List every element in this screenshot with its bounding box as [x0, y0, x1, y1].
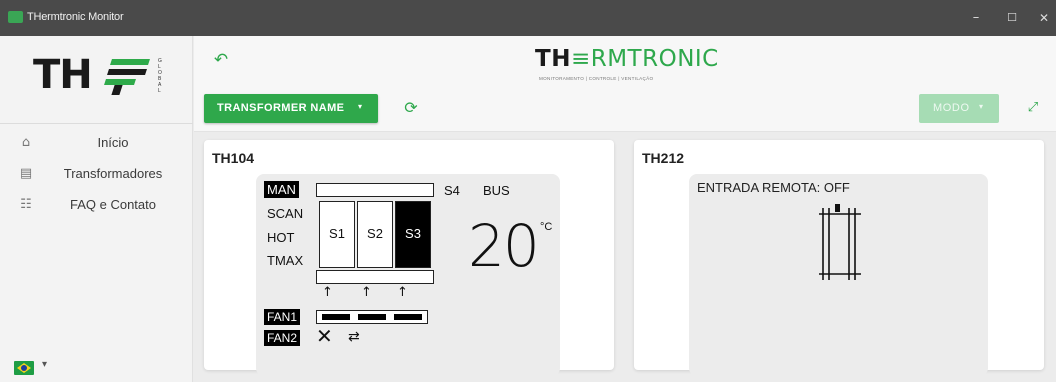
bottom-bar	[316, 270, 434, 284]
brand-subtitle: MONITORAMENTO | CONTROLE | VENTILAÇÃO	[539, 76, 654, 81]
fan-off-icon: ✕	[316, 324, 333, 348]
minimize-button[interactable]: –	[966, 8, 986, 28]
faq-icon: ☷	[20, 197, 32, 212]
card-title: TH212	[642, 150, 685, 166]
brand-name: TH≡RMTRONIC	[535, 46, 719, 72]
fan1-label: FAN1	[264, 309, 301, 325]
stage-s3: S3	[395, 201, 431, 268]
remote-input-display: ENTRADA REMOTA: OFF	[689, 174, 988, 376]
temperature-value: 20	[468, 212, 540, 280]
logo-stripe	[107, 69, 147, 75]
transformer-card-th212[interactable]: TH212 ENTRADA REMOTA: OFF	[634, 140, 1044, 376]
fan-segment	[322, 314, 350, 320]
brand-logo: TH GLOBAL	[0, 36, 193, 124]
controller-display-content: MAN SCAN HOT TMAX S4 BUS S1 S2 S3 20 °C …	[204, 140, 614, 370]
sidebar-item-faq[interactable]: ☷ FAQ e Contato	[0, 192, 193, 218]
mode-indicator-man: MAN	[264, 181, 299, 198]
main-header: ↶ TH≡RMTRONIC MONITORAMENTO | CONTROLE |…	[194, 36, 1056, 132]
logo-text: TH	[33, 52, 93, 98]
stage-s1: S1	[319, 201, 355, 268]
fan-segment	[358, 314, 386, 320]
sidebar-item-label: Início	[97, 135, 129, 150]
chevron-down-icon: ▾	[979, 102, 984, 111]
logo-tagline: GLOBAL	[158, 58, 162, 94]
window-titlebar: THermtronic Monitor – ☐ ✕	[0, 0, 1056, 36]
remote-status: ENTRADA REMOTA: OFF	[697, 180, 850, 195]
logo-stripe	[111, 85, 123, 95]
refresh-button[interactable]: ⟳	[401, 98, 421, 118]
transformer-select-button[interactable]: TRANSFORMER NAME ▾	[204, 94, 378, 123]
mode-select-button[interactable]: MODO ▾	[919, 94, 999, 123]
home-icon: ⌂	[21, 135, 31, 150]
logo-stripe	[110, 59, 150, 65]
back-button[interactable]: ↶	[210, 48, 232, 72]
app-icon	[8, 11, 23, 23]
mode-indicator-tmax: TMAX	[267, 253, 304, 268]
language-selector[interactable]: ▾	[14, 358, 66, 378]
sidebar-item-inicio[interactable]: ⌂ Início	[0, 130, 193, 156]
transformer-select-label: TRANSFORMER NAME	[217, 102, 345, 114]
fan1-bar	[316, 310, 428, 324]
s4-bar	[316, 183, 434, 197]
sidebar-item-transformadores[interactable]: ▤ Transformadores	[0, 161, 193, 187]
sidebar-item-label: Transformadores	[63, 166, 163, 181]
mode-select-label: MODO	[933, 102, 970, 114]
chevron-down-icon: ▾	[42, 359, 48, 370]
fan2-label: FAN2	[264, 330, 301, 346]
transformer-card-th104[interactable]: TH104 MAN SCAN HOT TMAX S4 BUS S1 S2 S3 …	[204, 140, 614, 376]
app-root: THermtronic Monitor – ☐ ✕ TH GLOBAL ⌂ In…	[0, 0, 1056, 382]
fan-segment	[394, 314, 422, 320]
brazil-flag-icon	[14, 361, 34, 375]
arrow-up-icon: ↑	[397, 285, 408, 300]
sidebar-item-label: FAQ e Contato	[70, 197, 156, 212]
window-title: THermtronic Monitor	[27, 11, 124, 23]
arrow-up-icon: ↑	[322, 285, 333, 300]
swap-arrows-icon: ⇄	[348, 329, 360, 345]
brand-wordmark: TH≡RMTRONIC MONITORAMENTO | CONTROLE | V…	[535, 46, 765, 86]
transformer-file-icon: ▤	[19, 166, 33, 181]
mode-indicator-hot: HOT	[267, 230, 295, 245]
transformer-icon	[819, 204, 861, 280]
stage-s2: S2	[357, 201, 393, 268]
s4-label: S4	[444, 183, 460, 198]
temperature-unit: °C	[540, 221, 553, 233]
fullscreen-button[interactable]: ⤢	[1025, 99, 1041, 117]
bus-label: BUS	[483, 183, 510, 198]
close-button[interactable]: ✕	[1034, 8, 1054, 28]
sidebar: TH GLOBAL ⌂ Início ▤ Transformadores ☷ F…	[0, 36, 193, 382]
chevron-down-icon: ▾	[358, 102, 363, 111]
mode-indicator-scan: SCAN	[267, 206, 304, 221]
maximize-button[interactable]: ☐	[1002, 8, 1022, 28]
arrow-up-icon: ↑	[361, 285, 372, 300]
